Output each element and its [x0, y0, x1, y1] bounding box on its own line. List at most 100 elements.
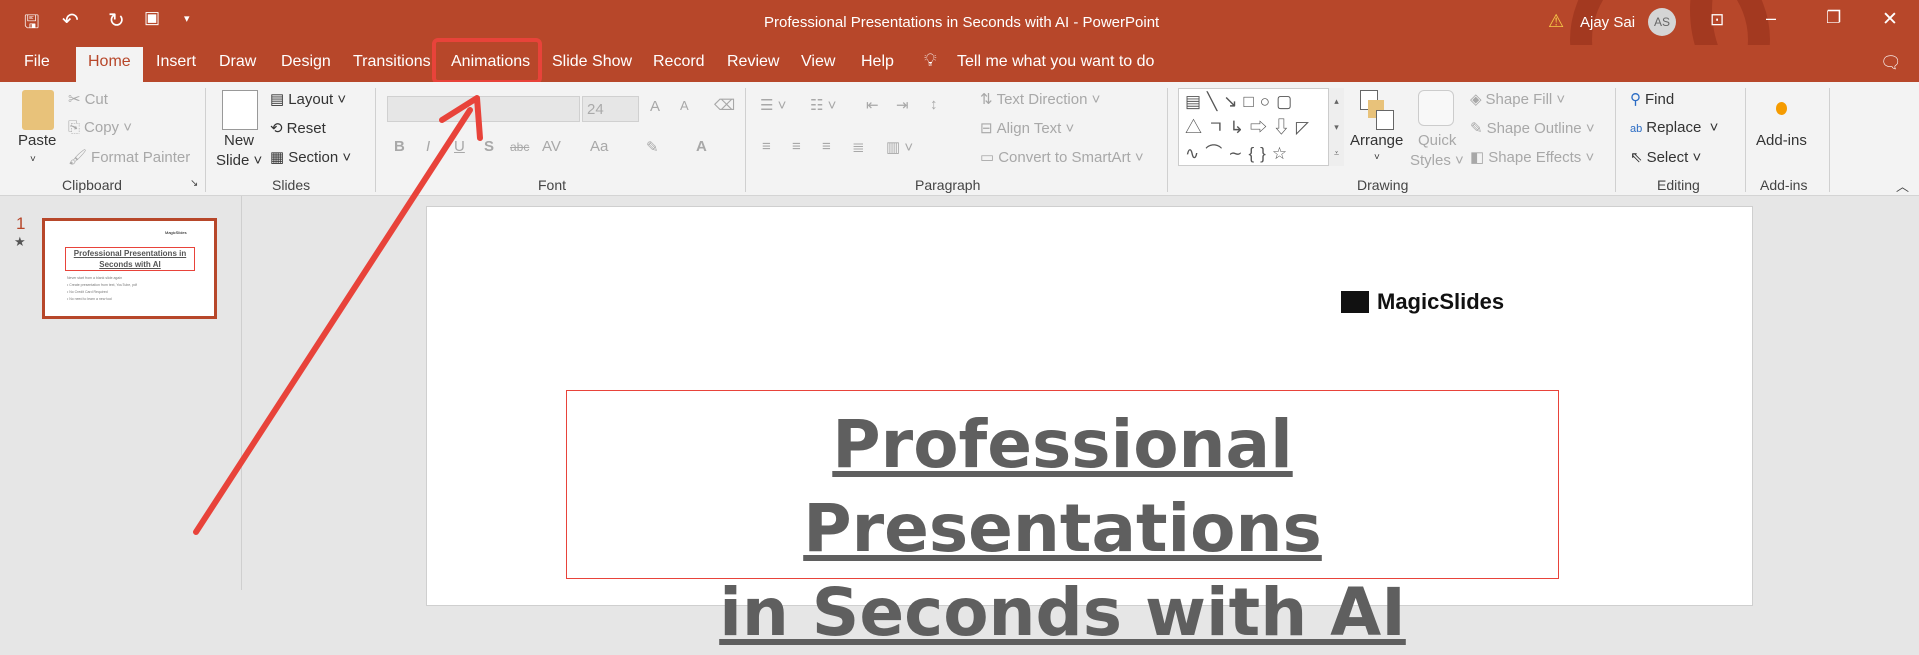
dialog-launcher-icon[interactable]: ↘ — [190, 178, 198, 189]
addins-icon[interactable] — [1776, 102, 1787, 115]
shape-fill-button[interactable]: ◈ Shape Fill ˅ — [1470, 90, 1565, 108]
convert-smartart-button[interactable]: ▭ Convert to SmartArt ˅ — [980, 148, 1144, 166]
divider — [205, 88, 206, 192]
group-label-paragraph: Paragraph — [915, 177, 981, 193]
line-spacing-icon[interactable]: ↕ — [930, 96, 938, 113]
tab-design[interactable]: Design — [281, 53, 331, 71]
align-right-icon[interactable]: ≡ — [822, 138, 831, 155]
columns-icon[interactable]: ▥ ˅ — [886, 138, 913, 156]
text-direction-button[interactable]: ⇅ Text Direction ˅ — [980, 90, 1100, 108]
quick-styles-button-line2[interactable]: Styles ˅ — [1410, 152, 1464, 169]
shape-effects-button[interactable]: ◧ Shape Effects ˅ — [1470, 148, 1594, 166]
replace-icon: ab — [1630, 123, 1643, 135]
new-slide-icon[interactable] — [222, 90, 258, 130]
justify-icon[interactable]: ≣ — [852, 138, 865, 156]
paste-icon[interactable] — [22, 90, 54, 130]
change-case-button[interactable]: Aa — [590, 138, 608, 155]
italic-button[interactable]: I — [426, 138, 430, 155]
highlight-color-icon[interactable]: ✎ — [646, 138, 659, 156]
character-spacing-button[interactable]: AV — [542, 138, 561, 155]
grow-font-button[interactable]: A — [650, 98, 660, 115]
start-slideshow-icon[interactable]: ▣ — [144, 8, 160, 28]
tell-me-search[interactable]: Tell me what you want to do — [957, 53, 1154, 71]
quick-styles-icon[interactable] — [1418, 90, 1454, 126]
tab-help[interactable]: Help — [861, 53, 894, 71]
tab-review[interactable]: Review — [727, 53, 779, 71]
clear-formatting-icon[interactable]: ⌫ — [714, 96, 735, 114]
replace-button[interactable]: ab Replace ˅ — [1630, 119, 1718, 136]
tab-file[interactable]: File — [24, 53, 50, 71]
slide-thumbnail[interactable]: MagicSlides Professional Presentations i… — [42, 218, 217, 319]
bullets-icon[interactable]: ☰ ˅ — [760, 96, 786, 114]
group-label-addins: Add-ins — [1760, 177, 1808, 193]
customize-toolbar-icon[interactable]: ▾ — [184, 12, 190, 25]
text-direction-icon: ⇅ — [980, 91, 993, 108]
section-button[interactable]: ▦ Section ˅ — [270, 148, 351, 166]
strikethrough-button[interactable]: abc — [510, 140, 529, 154]
arrange-dropdown-icon[interactable]: ˅ — [1374, 152, 1380, 163]
select-button[interactable]: ⇖ Select ˅ — [1630, 148, 1701, 166]
new-slide-button-line2[interactable]: Slide ˅ — [216, 152, 262, 169]
format-painter-button[interactable]: 🖌︎ Format Painter — [68, 148, 190, 166]
redo-icon[interactable]: ↻ — [108, 8, 125, 33]
tab-slide-show[interactable]: Slide Show — [552, 53, 632, 71]
comments-icon[interactable]: 🗨︎ — [1880, 53, 1902, 73]
user-name[interactable]: Ajay Sai — [1580, 14, 1635, 31]
tab-home[interactable]: Home — [76, 47, 143, 82]
align-text-button[interactable]: ⊟ Align Text ˅ — [980, 119, 1074, 137]
close-icon[interactable]: ✕ — [1882, 8, 1898, 31]
divider — [1745, 88, 1746, 192]
thumbnail-line: Never start from a blank slide again — [67, 276, 123, 280]
tab-transitions[interactable]: Transitions — [353, 53, 431, 71]
quick-styles-button[interactable]: Quick — [1418, 132, 1456, 149]
shrink-font-button[interactable]: A — [680, 98, 689, 113]
find-label: Find — [1645, 91, 1675, 108]
font-name-select[interactable] — [387, 96, 580, 122]
warning-icon[interactable]: ⚠ — [1548, 11, 1564, 32]
save-icon[interactable]: 🖫 — [24, 10, 39, 40]
layout-icon: ▤ — [270, 91, 285, 108]
collapse-ribbon-icon[interactable]: ︿ — [1896, 176, 1909, 195]
tab-view[interactable]: View — [801, 53, 835, 71]
ribbon-display-icon[interactable]: ⊡ — [1710, 10, 1724, 30]
bold-button[interactable]: B — [394, 138, 405, 155]
avatar[interactable]: AS — [1648, 8, 1676, 36]
addins-button[interactable]: Add-ins — [1756, 132, 1807, 149]
shape-outline-button[interactable]: ✎ Shape Outline ˅ — [1470, 119, 1595, 137]
section-icon: ▦ — [270, 149, 285, 166]
reset-button[interactable]: ⟲ Reset — [270, 119, 326, 137]
copy-button[interactable]: ⎘ Copy ˅ — [68, 119, 132, 136]
presentation-board-icon — [1341, 291, 1369, 313]
ribbon-tabs: File Home Insert Draw Design Transitions… — [0, 45, 1919, 82]
tab-draw[interactable]: Draw — [219, 53, 256, 71]
gallery-scroll-buttons[interactable]: ▴ ▾ ⩡ — [1328, 88, 1344, 166]
arrange-icon[interactable] — [1360, 90, 1398, 134]
reset-icon: ⟲ — [270, 120, 283, 137]
tab-record[interactable]: Record — [653, 53, 705, 71]
shapes-gallery[interactable]: ▤╲↘□○▢ △ㄱ↳⇨⇩◸ ∿⌒∼{}☆ — [1178, 88, 1344, 166]
title-placeholder[interactable]: Professional Presentations in Seconds wi… — [566, 390, 1559, 651]
paste-button[interactable]: Paste — [18, 132, 56, 149]
align-center-icon[interactable]: ≡ — [792, 138, 801, 155]
align-left-icon[interactable]: ≡ — [762, 138, 771, 155]
minimize-icon[interactable]: – — [1766, 8, 1776, 29]
pencil-icon: ✎ — [1470, 120, 1483, 137]
increase-indent-icon[interactable]: ⇥ — [896, 96, 909, 114]
find-button[interactable]: ⚲ Find — [1630, 90, 1674, 108]
font-size-select[interactable]: 24 — [582, 96, 639, 122]
tab-insert[interactable]: Insert — [156, 53, 196, 71]
numbering-icon[interactable]: ☷ ˅ — [810, 96, 836, 114]
cut-button[interactable]: ✂ Cut — [68, 90, 108, 108]
font-color-button[interactable]: A — [696, 138, 707, 155]
arrange-button[interactable]: Arrange — [1350, 132, 1403, 149]
decrease-indent-icon[interactable]: ⇤ — [866, 96, 879, 114]
paste-dropdown-icon[interactable]: ˅ — [30, 154, 36, 165]
undo-icon[interactable]: ↶ — [62, 8, 79, 33]
restore-icon[interactable]: ❐ — [1826, 8, 1841, 28]
layout-button[interactable]: ▤ Layout ˅ — [270, 90, 346, 108]
shadow-button[interactable]: S — [484, 138, 494, 155]
new-slide-button[interactable]: New — [224, 132, 254, 149]
slide-canvas[interactable]: MagicSlides Professional Presentations i… — [426, 206, 1753, 651]
underline-button[interactable]: U — [454, 138, 465, 155]
group-label-slides: Slides — [272, 177, 311, 193]
